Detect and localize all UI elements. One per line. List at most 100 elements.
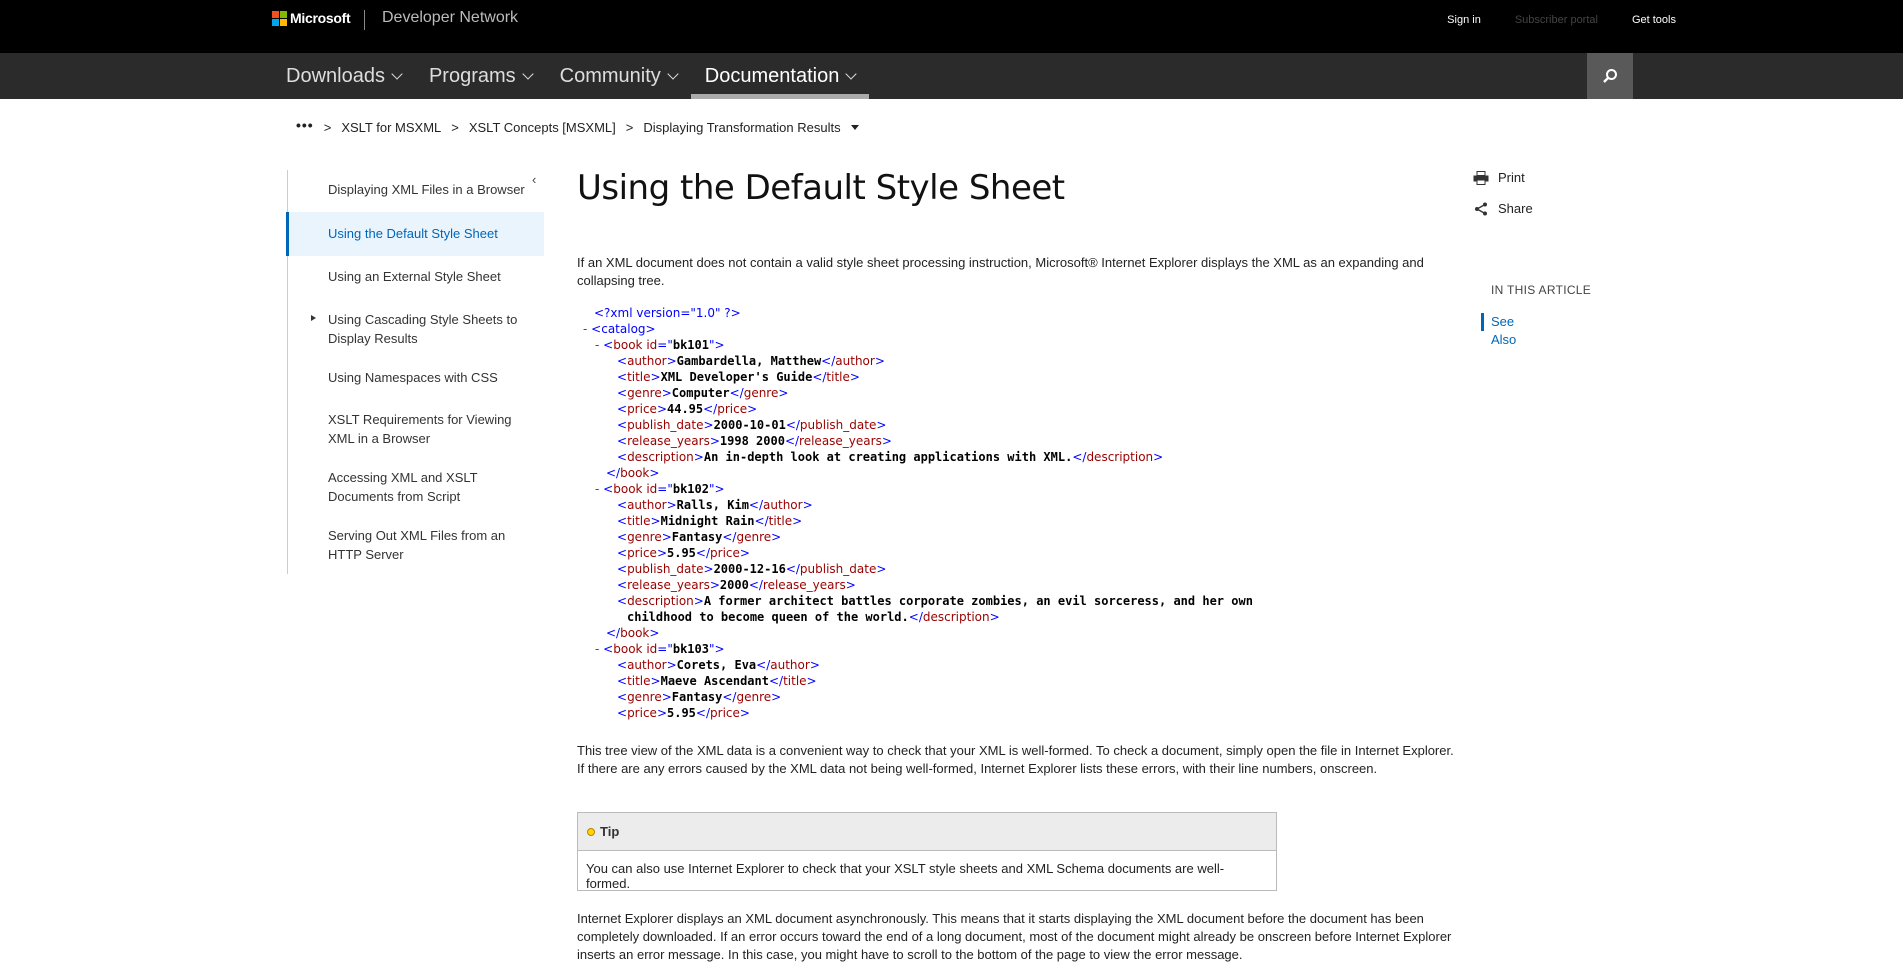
xml-tag-name: release_years [799, 434, 882, 448]
in-this-article-heading: IN THIS ARTICLE [1491, 283, 1592, 297]
print-label: Print [1498, 170, 1525, 185]
toc-item-active[interactable]: Using the Default Style Sheet [328, 224, 533, 243]
xml-tag-name: author [770, 658, 810, 672]
xml-value: childhood to become queen of the world. [627, 610, 909, 624]
xml-tag-name: price [627, 706, 657, 720]
toc-item[interactable]: Using Namespaces with CSS [328, 368, 533, 387]
breadcrumb-item[interactable]: XSLT Concepts [MSXML] [469, 120, 616, 135]
intro-paragraph: If an XML document does not contain a va… [577, 255, 1424, 288]
xml-tag-name: publish_date [799, 562, 877, 576]
tip-body: You can also use Internet Explorer to ch… [586, 861, 1225, 891]
xml-tag-name: publish_date [627, 418, 704, 432]
microsoft-logo[interactable]: Microsoft [272, 10, 351, 26]
xml-value: Ralls, Kim [676, 498, 749, 512]
xml-node-book[interactable]: - <book id="bk103"> [583, 641, 1253, 657]
sign-in-link[interactable]: Sign in [1447, 14, 1481, 26]
xml-field-line: <description>A former architect battles … [617, 594, 1253, 608]
xml-tag-name: description [922, 610, 990, 624]
toc-item[interactable]: Using Cascading Style Sheets to Display … [328, 310, 533, 348]
body-paragraph: Internet Explorer displays an XML docume… [577, 911, 1452, 962]
xml-tag-name: genre [627, 690, 662, 704]
xml-value: 5.95 [667, 706, 696, 720]
xml-tag-name: description [627, 450, 694, 464]
xml-field-line: childhood to become queen of the world.<… [627, 610, 1000, 624]
xml-tag-name: genre [743, 386, 779, 400]
xml-field-line: <price>44.95</price> [617, 402, 758, 416]
xml-field-line: <price>5.95</price> [617, 706, 750, 720]
xml-tag-name: title [627, 370, 651, 384]
xml-field-line: <release_years>2000</release_years> [617, 578, 856, 592]
xml-book-close: </book> [606, 626, 660, 640]
breadcrumb-separator: > [451, 120, 459, 135]
xml-field-line: <description>An in-depth look at creatin… [617, 450, 1164, 464]
xml-tag-name: price [710, 706, 740, 720]
expand-triangle-icon[interactable] [311, 315, 316, 321]
xml-tag-name: title [768, 514, 793, 528]
chevron-down-icon [845, 68, 857, 80]
breadcrumb-current[interactable]: Displaying Transformation Results [643, 120, 840, 135]
nav-label: Documentation [704, 65, 840, 87]
lightbulb-icon [587, 827, 595, 836]
xml-field-line: <author>Corets, Eva</author> [617, 658, 820, 672]
xml-node-book[interactable]: - <book id="bk102"> [583, 481, 1253, 497]
xml-field-line: <publish_date>2000-10-01</publish_date> [617, 418, 887, 432]
main-nav: Downloads Programs Community Documentati… [0, 53, 1903, 99]
xml-value: 2000-12-16 [713, 562, 786, 576]
xml-node-catalog[interactable]: - <catalog> [583, 321, 1253, 337]
tip-box: Tip You can also use Internet Explorer t… [577, 812, 1277, 891]
xml-declaration: <?xml version="1.0" ?> [594, 306, 741, 320]
xml-tag-name: genre [627, 530, 662, 544]
print-button[interactable]: Print [1472, 170, 1525, 185]
nav-label: Downloads [286, 65, 385, 87]
xml-tag-name: description [627, 594, 694, 608]
toc-item[interactable]: XSLT Requirements for Viewing XML in a B… [328, 410, 533, 448]
xml-value: Computer [671, 386, 730, 400]
xml-tag-name: title [826, 370, 850, 384]
subscriber-portal-link[interactable]: Subscriber portal [1515, 14, 1598, 26]
breadcrumb-item[interactable]: XSLT for MSXML [341, 120, 441, 135]
search-button[interactable] [1587, 53, 1633, 99]
nav-community[interactable]: Community [546, 53, 691, 99]
xml-tag-name: author [835, 354, 875, 368]
nav-documentation[interactable]: Documentation [690, 53, 870, 99]
toc-item[interactable]: Accessing XML and XSLT Documents from Sc… [328, 468, 533, 506]
get-tools-link[interactable]: Get tools [1632, 14, 1676, 26]
xml-node-book[interactable]: - <book id="bk101"> [583, 337, 1253, 353]
xml-tag-name: price [710, 546, 740, 560]
toc-item[interactable]: Serving Out XML Files from an HTTP Serve… [328, 526, 533, 564]
share-button[interactable]: Share [1472, 201, 1533, 216]
page-title: Using the Default Style Sheet [577, 168, 1065, 208]
xml-tag-name: author [627, 498, 667, 512]
xml-tag-name: description [1086, 450, 1154, 464]
xml-value: 1998 2000 [719, 434, 785, 448]
xml-field-line: <publish_date>2000-12-16</publish_date> [617, 562, 887, 576]
caret-down-icon[interactable] [850, 125, 859, 130]
toc-item[interactable]: Displaying XML Files in a Browser [328, 180, 533, 199]
article: Using the Default Style Sheet If an XML … [577, 168, 1454, 962]
xml-tag-name: author [627, 354, 667, 368]
xml-tag-name: genre [736, 690, 772, 704]
xml-value: 5.95 [667, 546, 696, 560]
xml-tag-name: publish_date [627, 562, 704, 576]
breadcrumb-more-icon[interactable]: ••• [296, 117, 314, 133]
xml-value: Maeve Ascendant [660, 674, 769, 688]
nav-programs[interactable]: Programs [415, 53, 546, 99]
chevron-down-icon [521, 68, 534, 80]
xml-value: An in-depth look at creating application… [703, 450, 1073, 464]
xml-book-fields: <author>Ralls, Kim</author> <title>Midnig… [583, 497, 1253, 625]
logo-divider [364, 10, 365, 30]
xml-field-line: <genre>Computer</genre> [617, 386, 789, 400]
see-also-link[interactable]: See Also [1481, 313, 1516, 347]
xml-tag-name: release_years [627, 578, 710, 592]
nav-downloads[interactable]: Downloads [272, 53, 415, 99]
toc-item[interactable]: Using an External Style Sheet [328, 267, 533, 286]
xml-value: 2000 [719, 578, 749, 592]
xml-field-line: <title>Midnight Rain</title> [617, 514, 803, 528]
tip-header: Tip [578, 813, 1276, 851]
xml-tag-name: title [627, 514, 651, 528]
product-name[interactable]: Developer Network [382, 9, 518, 27]
xml-field-line: <title>Maeve Ascendant</title> [617, 674, 817, 688]
xml-tag-name: title [627, 674, 651, 688]
xml-tag-name: price [627, 402, 657, 416]
xml-tag-name: author [763, 498, 803, 512]
